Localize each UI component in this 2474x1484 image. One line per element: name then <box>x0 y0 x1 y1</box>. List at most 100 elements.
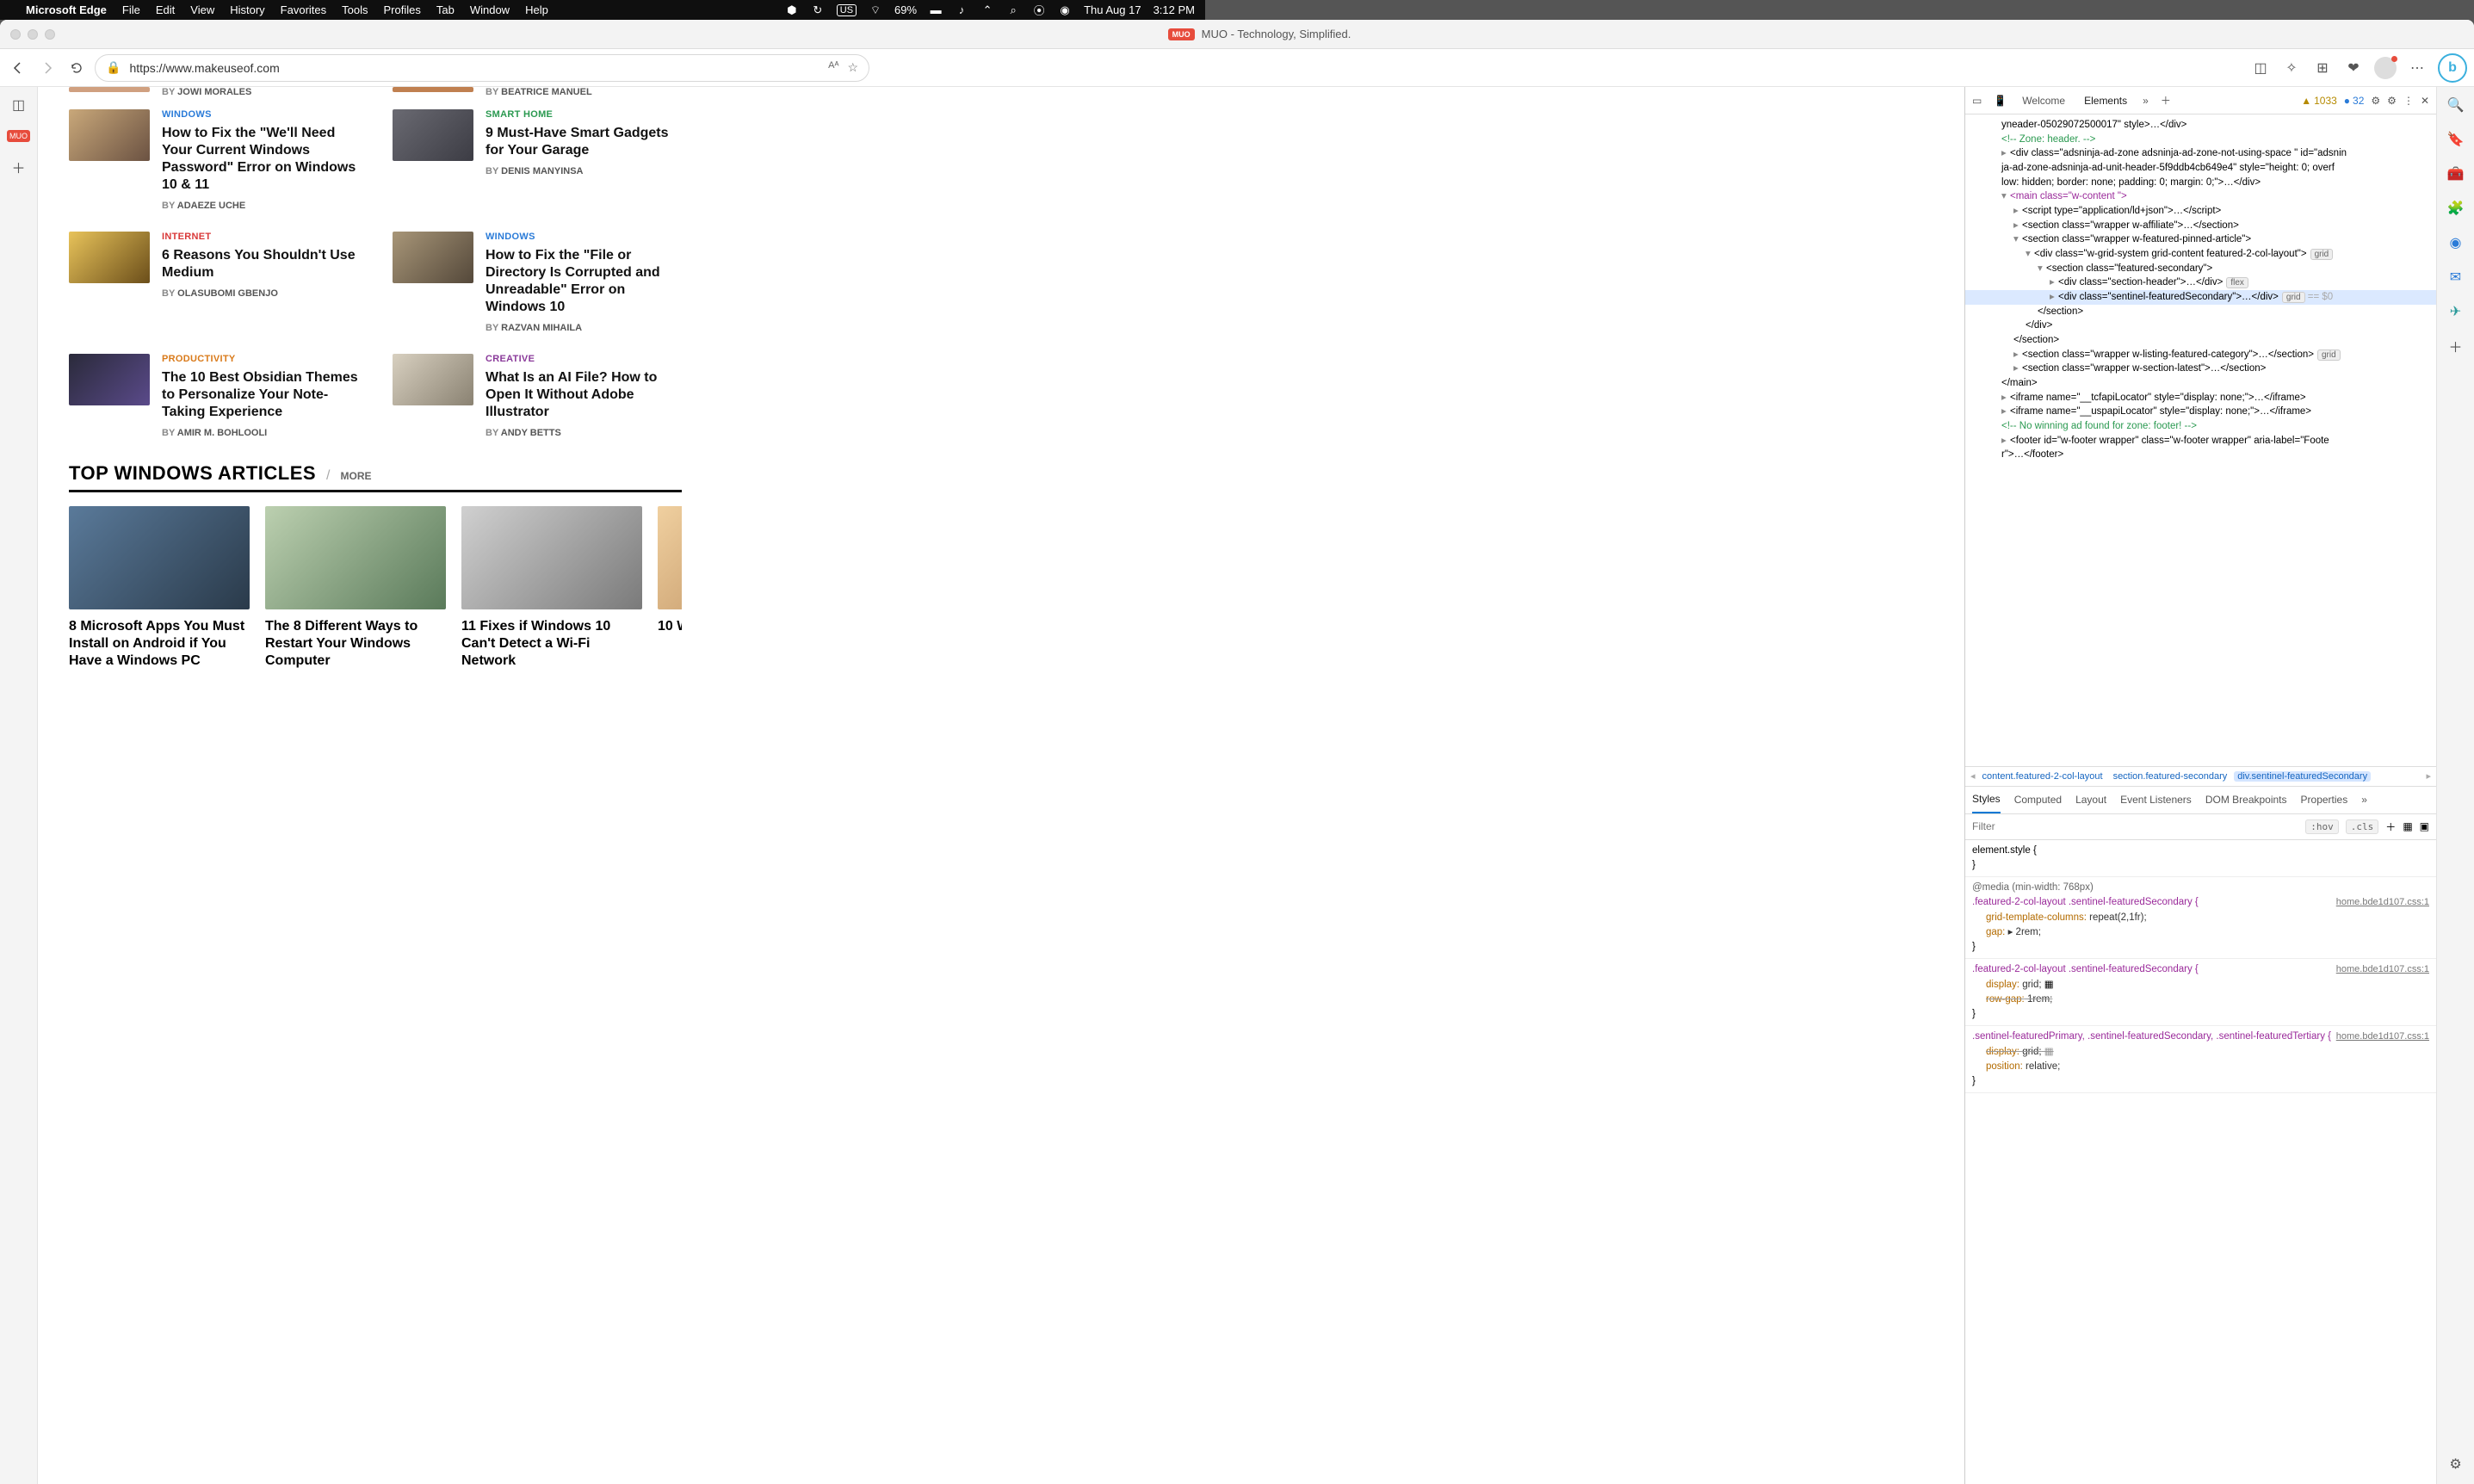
article-card[interactable]: WINDOWS How to Fix the "We'll Need Your … <box>69 109 358 211</box>
warnings-badge[interactable]: ▲ 1033 <box>2301 95 2337 107</box>
styles-pane[interactable]: element.style { } @media (min-width: 768… <box>1965 840 2436 1484</box>
more-icon[interactable]: ⋮ <box>2403 95 2414 107</box>
collections-icon[interactable]: ⊞ <box>2312 58 2333 78</box>
category-label[interactable]: WINDOWS <box>162 109 358 120</box>
more-link[interactable]: MORE <box>341 470 372 482</box>
search-icon[interactable]: 🔍 <box>2446 96 2465 114</box>
css-property[interactable]: position: relative; <box>1972 1060 2429 1074</box>
dom-breadcrumb[interactable]: ◂ content.featured-2-col-layout section.… <box>1965 766 2436 787</box>
send-icon[interactable]: ✈ <box>2446 302 2465 321</box>
article-headline[interactable]: What Is an AI File? How to Open It Witho… <box>486 369 682 421</box>
article-headline[interactable]: How to Fix the "We'll Need Your Current … <box>162 125 358 194</box>
siri-icon[interactable]: ◉ <box>1058 3 1072 17</box>
menu-favorites[interactable]: Favorites <box>281 3 326 16</box>
hov-toggle[interactable]: :hov <box>2305 819 2339 834</box>
css-property-overridden[interactable]: display: grid; ▦ <box>1972 1045 2429 1060</box>
menubar-time[interactable]: 3:12 PM <box>1154 3 1195 16</box>
dom-line[interactable]: ▸<script type="application/ld+json">…</s… <box>1965 204 2436 219</box>
source-link[interactable]: home.bde1d107.css:1 <box>2336 962 2429 977</box>
subtab-layout[interactable]: Layout <box>2075 787 2106 813</box>
wifi-icon[interactable]: ⌃ <box>980 3 994 17</box>
dom-tree[interactable]: yneader-05029072500017" style>…</div> <!… <box>1965 114 2436 766</box>
dropbox-icon[interactable]: ⬢ <box>785 3 799 17</box>
device-icon[interactable]: 📱 <box>1994 95 2007 107</box>
app-name[interactable]: Microsoft Edge <box>26 3 107 16</box>
split-screen-icon[interactable]: ◫ <box>2250 58 2271 78</box>
outlook-icon[interactable]: ✉ <box>2446 268 2465 287</box>
filter-input[interactable] <box>1972 820 2298 832</box>
more-tabs-icon[interactable]: » <box>2143 95 2149 107</box>
menu-profiles[interactable]: Profiles <box>384 3 421 16</box>
menu-tools[interactable]: Tools <box>342 3 368 16</box>
timemachine-icon[interactable]: ↻ <box>811 3 825 17</box>
health-icon[interactable]: ❤︎ <box>2343 58 2364 78</box>
dom-comment[interactable]: <!-- Zone: header. --> <box>1965 133 2436 147</box>
menu-window[interactable]: Window <box>470 3 510 16</box>
breadcrumb-item-selected[interactable]: div.sentinel-featuredSecondary <box>2234 771 2371 782</box>
dom-line[interactable]: yneader-05029072500017" style>…</div> <box>1965 118 2436 133</box>
dom-line[interactable]: ▸<section class="wrapper w-affiliate">…<… <box>1965 219 2436 233</box>
minimize-dot[interactable] <box>28 29 38 40</box>
category-label[interactable]: WINDOWS <box>486 232 682 242</box>
dom-line[interactable]: </div> <box>1965 318 2436 333</box>
settings-sidebar-icon[interactable]: ⚙ <box>2446 1455 2465 1474</box>
m365-icon[interactable]: ◉ <box>2446 233 2465 252</box>
control-center-icon[interactable]: ⦿ <box>1032 3 1046 17</box>
article-headline[interactable]: How to Fix the "File or Directory Is Cor… <box>486 247 682 316</box>
breadcrumb-item[interactable]: content.featured-2-col-layout <box>1979 771 2106 782</box>
subtab-dom-breakpoints[interactable]: DOM Breakpoints <box>2205 787 2287 813</box>
page-content[interactable]: BY JOWI MORALES BY BEATRICE MANUEL WINDO… <box>38 87 1964 1484</box>
article-card[interactable]: PRODUCTIVITY The 10 Best Obsidian Themes… <box>69 354 358 438</box>
category-label[interactable]: CREATIVE <box>486 354 682 364</box>
menubar-date[interactable]: Thu Aug 17 <box>1084 3 1141 16</box>
cls-toggle[interactable]: .cls <box>2346 819 2379 834</box>
dom-line[interactable]: </section> <box>1965 333 2436 348</box>
card-title[interactable]: 11 Fixes if Windows 10 Can't Detect a Wi… <box>461 618 642 670</box>
subtab-event-listeners[interactable]: Event Listeners <box>2120 787 2192 813</box>
article-headline[interactable]: The 10 Best Obsidian Themes to Personali… <box>162 369 358 421</box>
breadcrumb-prev-icon[interactable]: ◂ <box>1970 770 1976 782</box>
article-headline[interactable]: 6 Reasons You Shouldn't Use Medium <box>162 247 358 281</box>
battery-percent[interactable]: 69% <box>894 3 917 16</box>
input-source[interactable]: US <box>837 4 857 16</box>
css-property[interactable]: gap: ▸ 2rem; <box>1972 925 2429 940</box>
dom-line-selected[interactable]: ▸<div class="sentinel-featuredSecondary"… <box>1965 290 2436 305</box>
article-card[interactable]: WINDOWS How to Fix the "File or Director… <box>393 232 682 333</box>
menu-history[interactable]: History <box>230 3 264 16</box>
dom-comment[interactable]: <!-- No winning ad found for zone: foote… <box>1965 419 2436 434</box>
new-style-icon[interactable]: ＋ <box>2385 819 2396 834</box>
spotlight-icon[interactable]: ⌕ <box>1006 3 1020 17</box>
dom-line[interactable]: ▾<section class="featured-secondary"> <box>1965 262 2436 276</box>
menu-edit[interactable]: Edit <box>156 3 175 16</box>
forward-button[interactable] <box>36 57 59 79</box>
card[interactable]: The 8 Different Ways to Restart Your Win… <box>265 506 446 670</box>
article-thumb[interactable] <box>69 87 150 92</box>
tools-icon[interactable]: 🧰 <box>2446 164 2465 183</box>
card-title[interactable]: The 8 Different Ways to Restart Your Win… <box>265 618 446 670</box>
reader-icon[interactable]: Aᴬ <box>828 60 838 75</box>
menu-file[interactable]: File <box>122 3 140 16</box>
dom-line[interactable]: ▸<footer id="w-footer wrapper" class="w-… <box>1965 434 2436 448</box>
style-rule[interactable]: home.bde1d107.css:1 .featured-2-col-layo… <box>1965 959 2436 1026</box>
dom-line[interactable]: </main> <box>1965 376 2436 391</box>
settings-icon[interactable]: ⚙ <box>2387 95 2397 107</box>
css-property[interactable]: display: grid; ▦ <box>1972 978 2429 992</box>
tab-welcome[interactable]: Welcome <box>2019 87 2069 114</box>
article-card[interactable]: CREATIVE What Is an AI File? How to Open… <box>393 354 682 438</box>
source-link[interactable]: home.bde1d107.css:1 <box>2336 895 2429 910</box>
more-subtabs-icon[interactable]: » <box>2361 794 2367 806</box>
source-link[interactable]: home.bde1d107.css:1 <box>2336 1030 2429 1044</box>
dom-line[interactable]: ▸<iframe name="__tcfapiLocator" style="d… <box>1965 391 2436 405</box>
new-tab-icon[interactable]: ＋ <box>2161 93 2171 108</box>
bing-chat-button[interactable]: b <box>2438 53 2467 83</box>
card[interactable]: 10 Wh in W <box>658 506 682 670</box>
breadcrumb-item[interactable]: section.featured-secondary <box>2110 771 2231 782</box>
subtab-styles[interactable]: Styles <box>1972 787 2001 813</box>
dom-line[interactable]: </section> <box>1965 305 2436 319</box>
bluetooth-icon[interactable]: ⌔ <box>869 3 882 17</box>
category-label[interactable]: PRODUCTIVITY <box>162 354 358 364</box>
gear-icon[interactable]: ⚙︎ <box>2371 95 2380 107</box>
new-tab-icon[interactable]: ＋ <box>9 158 28 176</box>
card-title[interactable]: 10 Wh in W <box>658 618 682 635</box>
traffic-lights[interactable] <box>10 29 55 40</box>
